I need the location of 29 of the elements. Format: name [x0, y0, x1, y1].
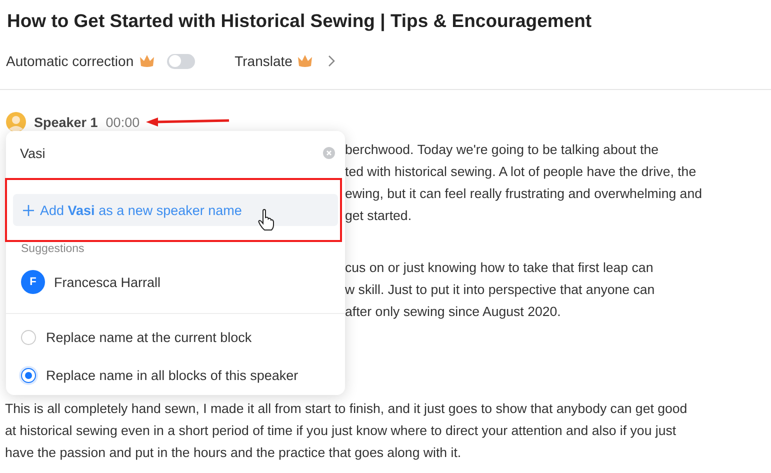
- translate-label[interactable]: Translate: [234, 53, 292, 69]
- page-title: How to Get Started with Historical Sewing | Tips & Encouragement: [6, 9, 593, 33]
- transcript-text: ted with historical sewing. A lot of people have the drive, the: [345, 163, 698, 181]
- avatar-initial: F: [21, 270, 45, 294]
- radio-button[interactable]: [21, 330, 36, 344]
- transcript-text: ewing, but it can feel really frustrating and overwhelming and: [345, 185, 703, 203]
- plus-icon: [23, 204, 34, 216]
- avatar-icon: [6, 112, 26, 132]
- transcript-text: cus on or just knowing how to take that first leap can: [345, 259, 654, 277]
- transcript-text: after only sewing since August 2020.: [345, 303, 562, 321]
- auto-correction-label: Automatic correction: [6, 53, 134, 69]
- transcript-text: get started.: [345, 207, 413, 225]
- clear-icon[interactable]: [323, 147, 335, 159]
- transcript-text: have the passion and put in the hours and the practice that goes along with it.: [4, 444, 462, 462]
- radio-button[interactable]: [21, 368, 36, 382]
- suggestion-item[interactable]: F Francesca Harrall: [6, 261, 345, 303]
- chevron-right-icon[interactable]: [327, 55, 336, 67]
- option-label[interactable]: Replace name at the current block: [46, 330, 252, 344]
- name-input[interactable]: Vasi: [20, 146, 323, 160]
- timestamp[interactable]: 00:00: [106, 114, 140, 130]
- transcript-text: berchwood. Today we're going to be talking about the: [345, 141, 660, 159]
- transcript-text: This is all completely hand sewn, I made it all from start to finish, and it just goes to show that anybody can get good: [4, 400, 688, 418]
- transcript-text: at historical sewing even in a short period of time if you just know where to direct your attention and also if you just: [4, 422, 678, 440]
- toggle-switch[interactable]: [166, 54, 195, 68]
- option-label[interactable]: Replace name in all blocks of this speaker: [46, 368, 298, 382]
- transcript-text: w skill. Just to put it into perspective that anyone can: [345, 281, 656, 299]
- speaker-name[interactable]: Speaker 1: [34, 114, 98, 130]
- hand-cursor-icon: [258, 209, 274, 231]
- suggestions-heading: Suggestions: [21, 243, 86, 255]
